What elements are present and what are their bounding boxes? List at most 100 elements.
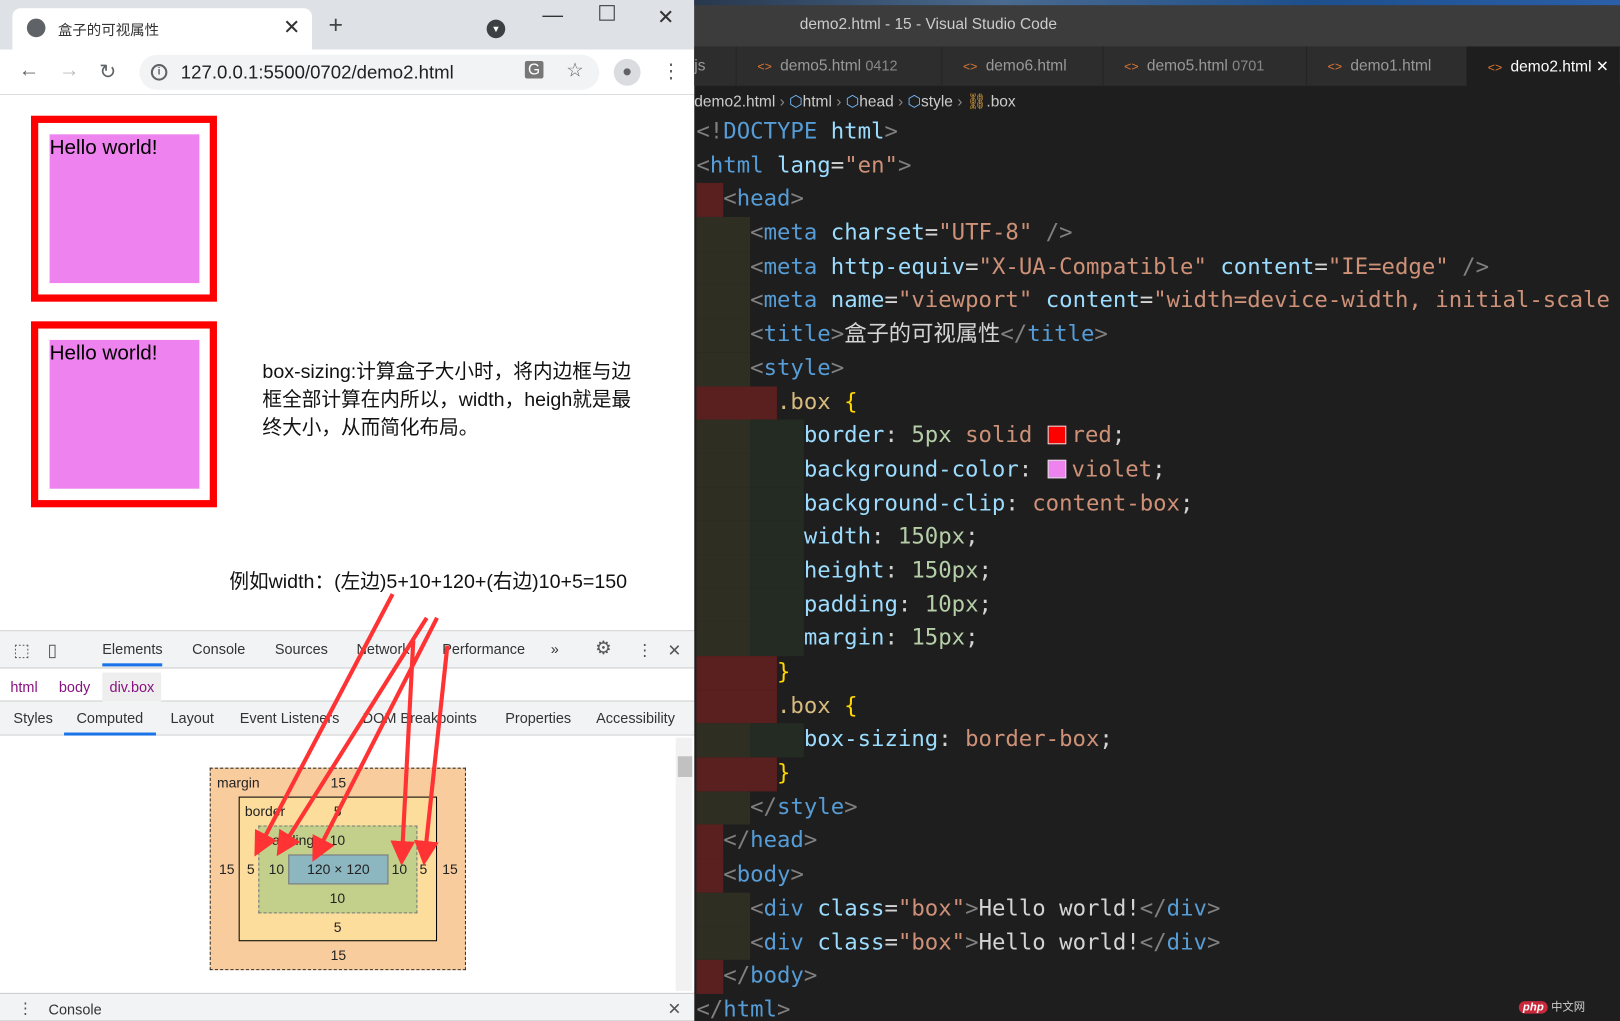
code-token: width — [803, 524, 872, 550]
indent-error-marker — [696, 960, 724, 994]
bc-html[interactable]: html — [803, 93, 832, 111]
code-token: </ — [1139, 895, 1167, 922]
code-token: > — [1206, 895, 1221, 922]
code-line[interactable]: <title>盒子的可视属性</title> — [696, 318, 1620, 353]
code-line[interactable]: width: 150px; — [696, 520, 1620, 555]
code-token: red — [1071, 422, 1112, 449]
code-token: /> — [1462, 253, 1490, 280]
indent-guide — [696, 520, 751, 555]
code-line[interactable]: <style> — [696, 352, 1620, 386]
bc-head[interactable]: head — [859, 93, 893, 111]
code-line[interactable]: <body> — [696, 858, 1620, 893]
code-token: < — [696, 152, 710, 179]
indent-error-marker — [696, 656, 777, 690]
indent-guide — [696, 892, 751, 927]
code-token: 10px — [924, 591, 979, 618]
code-token: ; — [965, 625, 979, 652]
code-line[interactable]: </style> — [696, 791, 1620, 825]
code-line[interactable]: <div class="box">Hello world!</div> — [696, 926, 1620, 961]
code-token: body — [736, 861, 791, 888]
vscode-window: demo2.html - 15 - Visual Studio Code js <… — [694, 0, 1620, 1021]
color-swatch[interactable] — [1047, 425, 1067, 445]
code-line[interactable]: background-clip: content-box; — [696, 487, 1620, 521]
code-line[interactable]: margin: 15px; — [696, 622, 1620, 657]
code-token: < — [750, 929, 764, 956]
code-line[interactable]: <meta http-equiv="X-UA-Compatible" conte… — [696, 250, 1620, 285]
code-token: http-equiv — [830, 253, 966, 280]
arrow-border-right — [414, 645, 450, 866]
indent-error-marker — [696, 858, 724, 893]
tab-filename: demo6.html — [985, 56, 1067, 75]
arrow-content — [312, 616, 439, 862]
code-line[interactable]: <meta name="viewport" content="width=dev… — [696, 284, 1620, 319]
editor-tab[interactable]: <> demo6.html — [942, 46, 1104, 86]
code-line[interactable]: height: 150px; — [696, 554, 1620, 589]
close-tab-icon[interactable]: ✕ — [1592, 58, 1609, 76]
code-line[interactable]: } — [696, 656, 1620, 690]
code-line[interactable]: box-sizing: border-box; — [696, 723, 1620, 758]
code-token: </ — [723, 828, 751, 854]
code-token: </ — [723, 963, 751, 989]
code-line[interactable]: <!DOCTYPE html> — [696, 116, 1620, 150]
code-line[interactable]: padding: 10px; — [696, 588, 1620, 623]
code-token: DOCTYPE — [723, 118, 818, 145]
code-line[interactable]: background-color: violet; — [696, 453, 1620, 488]
bc-file[interactable]: demo2.html — [694, 93, 775, 111]
code-token: Hello world! — [978, 895, 1140, 922]
editor-tab[interactable]: <> demo5.html 0701 — [1103, 46, 1307, 86]
code-token: "box" — [897, 895, 966, 922]
code-line[interactable]: <div class="box">Hello world!</div> — [696, 892, 1620, 927]
code-line[interactable]: <head> — [696, 183, 1620, 218]
code-token: > — [965, 929, 979, 956]
code-token: = — [884, 929, 898, 956]
code-token: ; — [1099, 726, 1113, 753]
editor-tab[interactable]: <> demo2.html ✕ — [1467, 46, 1620, 86]
code-token: .box — [776, 388, 831, 415]
code-token: : — [884, 625, 912, 652]
code-token: /> — [1045, 220, 1073, 246]
code-token: > — [803, 963, 818, 989]
code-token: style — [763, 355, 831, 382]
indent-error-marker — [696, 385, 777, 420]
code-line[interactable]: border: 5px solid red; — [696, 419, 1620, 454]
bc-selector[interactable]: .box — [986, 93, 1015, 111]
code-line[interactable]: </html> — [696, 994, 1620, 1021]
code-token: < — [723, 861, 737, 888]
code-token: : — [1005, 490, 1033, 517]
html-file-icon: <> — [962, 58, 978, 74]
code-line[interactable]: .box { — [696, 689, 1620, 724]
code-line[interactable]: </body> — [696, 960, 1620, 994]
code-line[interactable]: </head> — [696, 824, 1620, 859]
code-token: = — [1139, 287, 1154, 314]
code-token: charset — [830, 220, 925, 246]
code-line[interactable]: <html lang="en"> — [696, 149, 1620, 183]
code-token: = — [924, 220, 939, 246]
code-token: "IE=edge" — [1327, 253, 1449, 280]
code-line[interactable]: <meta charset="UTF-8" /> — [696, 217, 1620, 251]
code-line[interactable]: } — [696, 757, 1620, 792]
code-line[interactable]: .box { — [696, 385, 1620, 420]
indent-guide — [696, 453, 751, 488]
code-token: : — [884, 557, 912, 584]
indent-guide — [750, 419, 804, 454]
indent-guide — [696, 217, 751, 251]
editor-tab[interactable]: <> demo5.html 0412 — [736, 46, 943, 86]
code-token: : — [884, 422, 912, 449]
code-token: > — [884, 118, 898, 145]
code-token: > — [897, 152, 912, 179]
color-swatch[interactable] — [1047, 459, 1067, 479]
code-token: : — [938, 726, 966, 753]
code-token: > — [965, 895, 979, 922]
indent-guide — [696, 352, 751, 386]
editor-tab[interactable]: <> demo1.html — [1306, 46, 1468, 86]
editor-tab[interactable]: js — [694, 46, 737, 86]
code-token: > — [776, 996, 791, 1021]
bc-style[interactable]: style — [921, 93, 953, 111]
code-editor[interactable]: <!DOCTYPE html> <html lang="en"> <head> <… — [696, 116, 1620, 1021]
css-selector-icon: ⛓ — [966, 92, 987, 111]
code-token: content-box — [1032, 490, 1180, 517]
